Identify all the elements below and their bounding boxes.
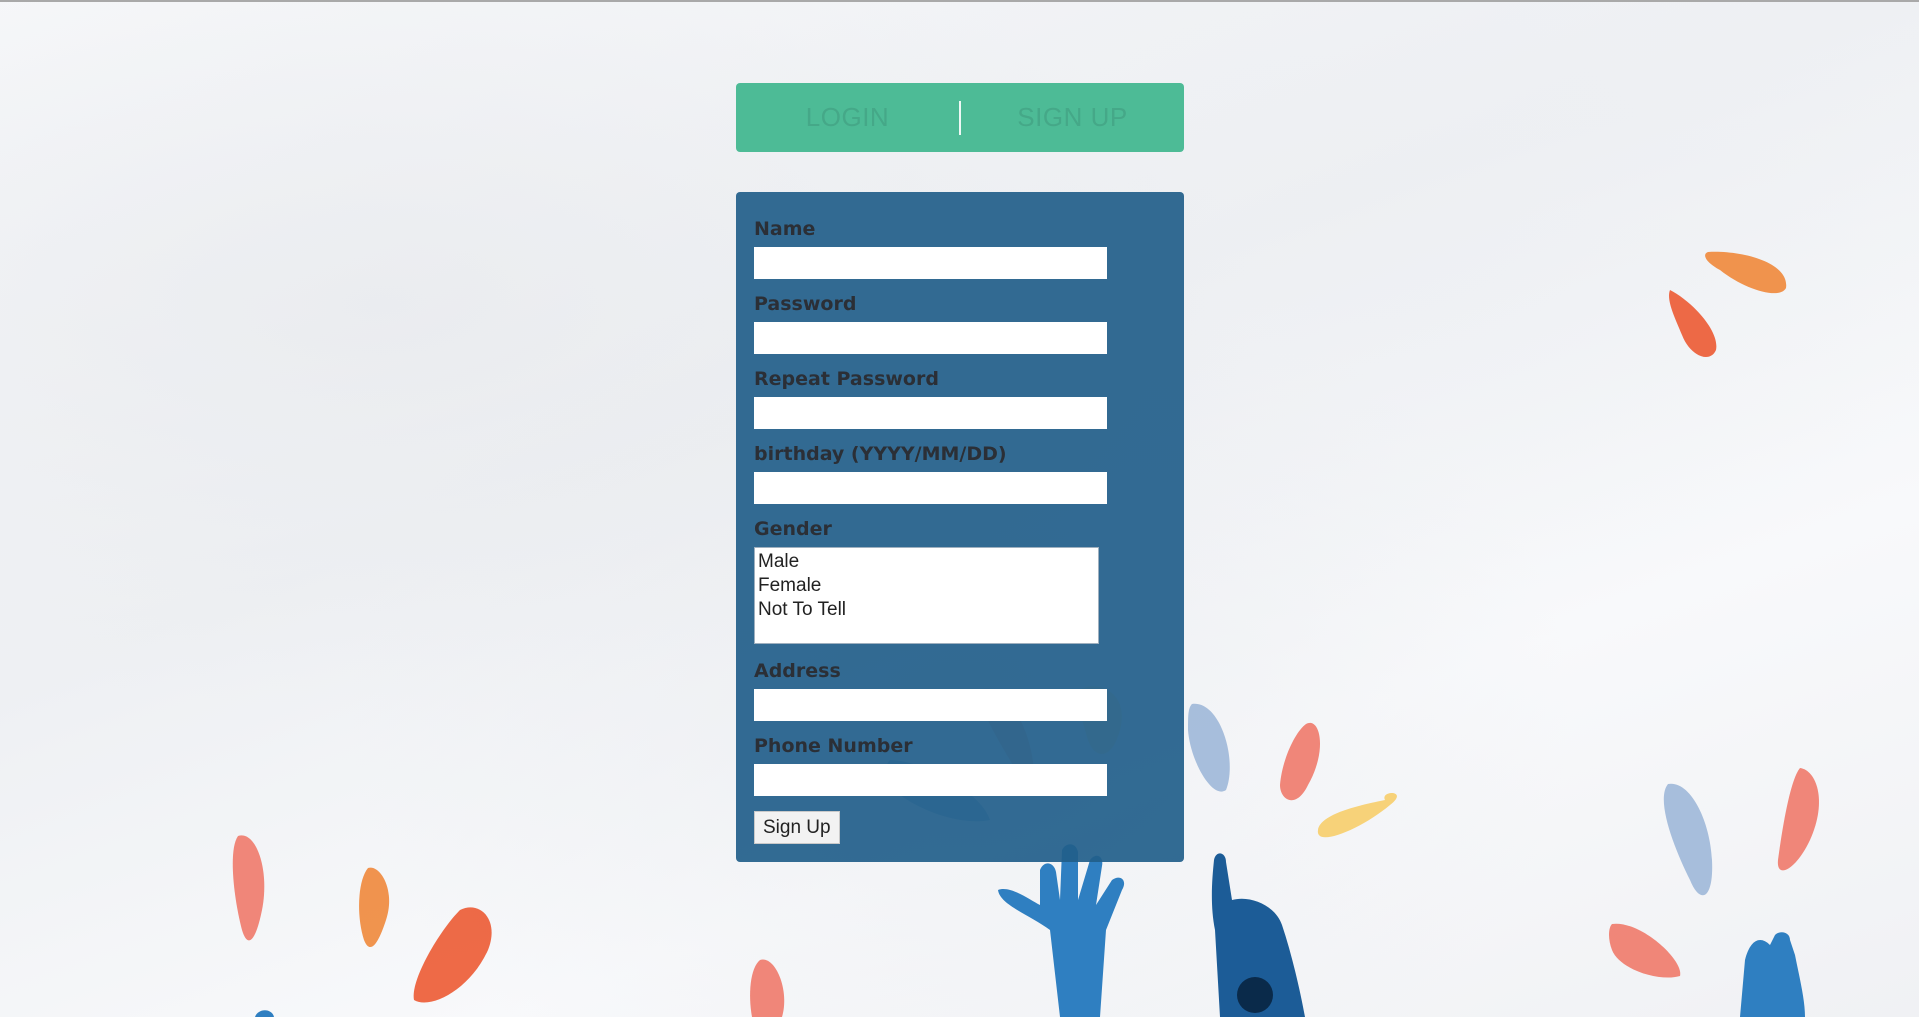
hands-illustration — [255, 844, 1805, 1017]
window-top-border — [0, 0, 1919, 2]
password-label: Password — [754, 293, 857, 315]
gender-option-female[interactable]: Female — [758, 574, 1095, 598]
birthday-field[interactable] — [754, 472, 1107, 504]
gender-option-not-to-tell[interactable]: Not To Tell — [758, 598, 1095, 622]
name-field[interactable] — [754, 247, 1107, 279]
name-label: Name — [754, 218, 816, 240]
gender-label: Gender — [754, 518, 832, 540]
tab-divider — [959, 100, 961, 135]
repeat-password-field[interactable] — [754, 397, 1107, 429]
birthday-label: birthday (YYYY/MM/DD) — [754, 443, 1007, 465]
phone-number-field[interactable] — [754, 764, 1107, 796]
signup-form-panel: Name Password Repeat Password birthday (… — [736, 192, 1184, 862]
auth-tab-bar: LOGIN SIGN UP — [736, 83, 1184, 152]
tab-signup[interactable]: SIGN UP — [961, 102, 1184, 133]
tab-login[interactable]: LOGIN — [736, 102, 959, 133]
address-field[interactable] — [754, 689, 1107, 721]
phone-label: Phone Number — [754, 735, 913, 757]
signup-submit-button[interactable]: Sign Up — [754, 811, 840, 844]
repeat-password-label: Repeat Password — [754, 368, 939, 390]
address-label: Address — [754, 660, 841, 682]
gender-listbox[interactable]: Male Female Not To Tell — [754, 547, 1099, 644]
password-field[interactable] — [754, 322, 1107, 354]
gender-option-male[interactable]: Male — [758, 550, 1095, 574]
